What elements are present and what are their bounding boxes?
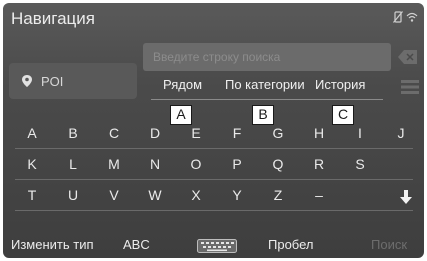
- key-m[interactable]: M: [95, 150, 133, 178]
- key-c[interactable]: C: [95, 119, 133, 147]
- key-k[interactable]: K: [13, 150, 51, 178]
- key-dash[interactable]: –: [300, 181, 338, 209]
- key-z[interactable]: Z: [259, 181, 297, 209]
- bottom-bar: Изменить тип ABC Пробел Поиск: [3, 231, 424, 258]
- poi-label: POI: [41, 73, 64, 89]
- keyboard-divider: [15, 179, 413, 180]
- search-button[interactable]: Поиск: [371, 237, 407, 252]
- key-e[interactable]: E: [177, 119, 215, 147]
- key-a[interactable]: A: [13, 119, 51, 147]
- key-f[interactable]: F: [218, 119, 256, 147]
- no-phone-icon: [393, 11, 403, 23]
- keyboard-divider: [15, 210, 413, 211]
- key-q[interactable]: Q: [259, 150, 297, 178]
- key-s[interactable]: S: [341, 150, 379, 178]
- key-d[interactable]: D: [136, 119, 174, 147]
- backspace-icon[interactable]: [397, 47, 419, 67]
- key-y[interactable]: Y: [218, 181, 256, 209]
- key-v[interactable]: V: [95, 181, 133, 209]
- key-x[interactable]: X: [177, 181, 215, 209]
- wifi-icon: [406, 12, 418, 22]
- key-g[interactable]: G: [259, 119, 297, 147]
- key-i[interactable]: I: [341, 119, 379, 147]
- search-tabs: Рядом По категории История: [151, 77, 383, 100]
- tab-category[interactable]: По категории: [225, 77, 305, 92]
- keyboard-icon[interactable]: [197, 239, 237, 253]
- list-icon[interactable]: [401, 79, 419, 95]
- key-p[interactable]: P: [218, 150, 256, 178]
- tab-history[interactable]: История: [315, 77, 365, 92]
- key-n[interactable]: N: [136, 150, 174, 178]
- page-title: Навигация: [11, 9, 95, 28]
- keyboard-divider: [15, 148, 413, 149]
- key-u[interactable]: U: [54, 181, 92, 209]
- arrow-down-icon[interactable]: [398, 189, 414, 205]
- key-l[interactable]: L: [54, 150, 92, 178]
- key-b[interactable]: B: [54, 119, 92, 147]
- change-type-button[interactable]: Изменить тип: [11, 237, 94, 252]
- abc-button[interactable]: ABC: [123, 237, 150, 252]
- key-w[interactable]: W: [136, 181, 174, 209]
- status-icons: [393, 11, 418, 23]
- key-r[interactable]: R: [300, 150, 338, 178]
- navigation-screen: Навигация Введите строку поиска POI Рядо…: [3, 3, 424, 258]
- space-button[interactable]: Пробел: [268, 237, 314, 252]
- key-o[interactable]: O: [177, 150, 215, 178]
- key-h[interactable]: H: [300, 119, 338, 147]
- search-input[interactable]: Введите строку поиска: [143, 43, 391, 71]
- key-j[interactable]: J: [382, 119, 420, 147]
- tab-nearby[interactable]: Рядом: [163, 77, 202, 92]
- poi-button[interactable]: POI: [9, 63, 137, 99]
- key-t[interactable]: T: [13, 181, 51, 209]
- location-pin-icon: [22, 75, 32, 87]
